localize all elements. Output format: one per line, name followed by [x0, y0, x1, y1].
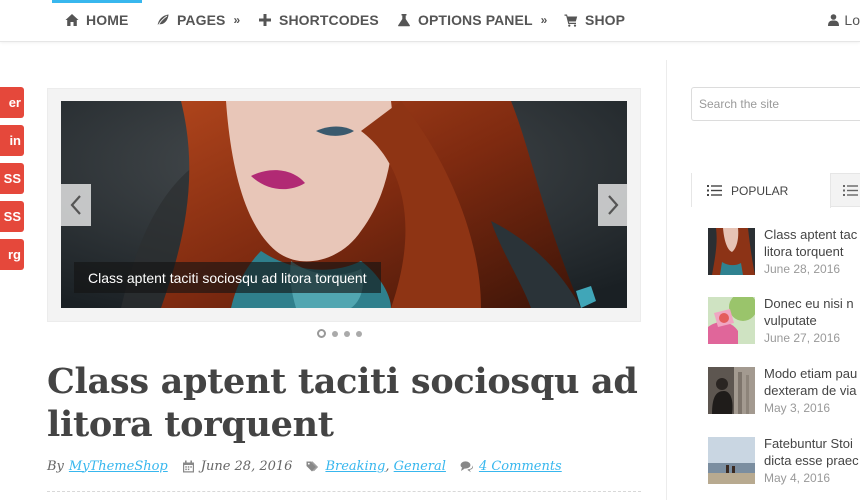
post-comments: 4 Comments [460, 459, 562, 474]
category-link-breaking[interactable]: Breaking [325, 459, 385, 474]
sidebar-divider [666, 60, 667, 500]
share-button-rss-2[interactable]: SS [0, 201, 24, 232]
login-link[interactable]: Lo [828, 0, 860, 40]
nav-item-shortcodes[interactable]: SHORTCODES [258, 0, 379, 40]
flask-icon [398, 14, 410, 27]
post-title[interactable]: Class aptent taciti sociosqu ad litora t… [47, 360, 647, 446]
author-link[interactable]: MyThemeShop [69, 459, 168, 474]
chevron-right-icon [608, 195, 619, 215]
slider-prev-button[interactable] [61, 184, 91, 226]
plus-icon [259, 14, 271, 26]
share-label: rg [8, 247, 21, 262]
chevron-left-icon [70, 195, 81, 215]
user-icon [828, 14, 840, 26]
category-link-general[interactable]: General [394, 459, 446, 474]
share-button-twitter[interactable]: er [0, 87, 24, 118]
submenu-chevron-icon: » [233, 13, 241, 27]
slider-next-button[interactable] [598, 184, 628, 226]
search-input[interactable] [691, 87, 860, 121]
nav-item-label: HOME [86, 12, 129, 28]
nav-item-label: SHORTCODES [279, 12, 379, 28]
share-label: SS [3, 171, 21, 186]
slide-caption[interactable]: Class aptent taciti sociosqu ad litora t… [74, 262, 381, 293]
nav-item-label: PAGES [177, 12, 226, 28]
leaf-icon [156, 13, 170, 27]
comments-icon [460, 460, 473, 472]
tab-popular[interactable]: POPULAR [692, 173, 831, 208]
share-label: er [8, 95, 21, 110]
comments-link[interactable]: 4 Comments [479, 459, 562, 474]
post-categories: Breaking, General [306, 459, 446, 474]
post-thumbnail [708, 437, 755, 484]
slider-dot-3[interactable] [344, 330, 350, 337]
submenu-chevron-icon: » [540, 13, 548, 27]
share-button-rss[interactable]: SS [0, 163, 24, 194]
post-thumbnail [708, 297, 755, 344]
post-thumbnail [708, 228, 755, 275]
tab-recent[interactable] [843, 173, 858, 208]
nav-item-label: OPTIONS PANEL [418, 12, 533, 28]
popular-post-date: May 4, 2016 [764, 471, 831, 485]
post-meta: By MyThemeShop June 28, 2016 Breaking, G… [47, 457, 647, 475]
share-button-linkedin[interactable]: in [0, 125, 24, 156]
popular-post-title: Fatebuntur Stoi dicta esse praec [764, 436, 859, 468]
post-author: By MyThemeShop [47, 459, 168, 474]
list-icon [843, 185, 858, 196]
popular-post-date: May 3, 2016 [764, 401, 831, 415]
calendar-icon [182, 460, 194, 472]
post-date: June 28, 2016 [182, 458, 293, 474]
list-icon [707, 185, 722, 196]
post-date-text: June 28, 2016 [200, 458, 293, 474]
nav-item-shop[interactable]: SHOP [564, 0, 625, 40]
slider-pagination [317, 329, 362, 338]
post-thumbnail [708, 367, 755, 414]
top-navigation: HOME PAGES » SHORTCODES OPTIONS PANEL » … [0, 0, 860, 42]
share-label: SS [3, 209, 21, 224]
nav-item-home[interactable]: HOME [65, 0, 128, 40]
login-label: Lo [844, 12, 860, 28]
popular-post-item[interactable]: Fatebuntur Stoi dicta esse praec May 4, 2… [708, 436, 860, 487]
popular-post-item[interactable]: Class aptent tac litora torquent June 28,… [708, 227, 860, 278]
meta-divider [47, 491, 641, 492]
popular-post-date: June 28, 2016 [764, 262, 841, 276]
nav-item-options-panel[interactable]: OPTIONS PANEL » [397, 0, 547, 40]
popular-post-title: Modo etiam pau dexteram de via [764, 366, 858, 398]
slider-dot-1[interactable] [317, 329, 326, 338]
nav-item-label: SHOP [585, 12, 626, 28]
share-button-org[interactable]: rg [0, 239, 24, 270]
home-icon [65, 14, 79, 26]
tags-icon [306, 461, 319, 471]
popular-post-item[interactable]: Modo etiam pau dexteram de via May 3, 201… [708, 366, 860, 417]
popular-post-item[interactable]: Donec eu nisi n vulputate June 27, 2016 [708, 296, 860, 347]
tab-popular-label: POPULAR [731, 183, 789, 198]
popular-post-title: Donec eu nisi n vulputate [764, 296, 854, 328]
nav-item-pages[interactable]: PAGES » [156, 0, 240, 40]
by-label: By [47, 458, 64, 474]
popular-post-title: Class aptent tac litora torquent [764, 227, 858, 259]
share-label: in [9, 133, 21, 148]
popular-post-date: June 27, 2016 [764, 331, 841, 345]
slider-dot-2[interactable] [332, 330, 338, 337]
slider-dot-4[interactable] [356, 330, 362, 337]
cart-icon [564, 14, 578, 27]
